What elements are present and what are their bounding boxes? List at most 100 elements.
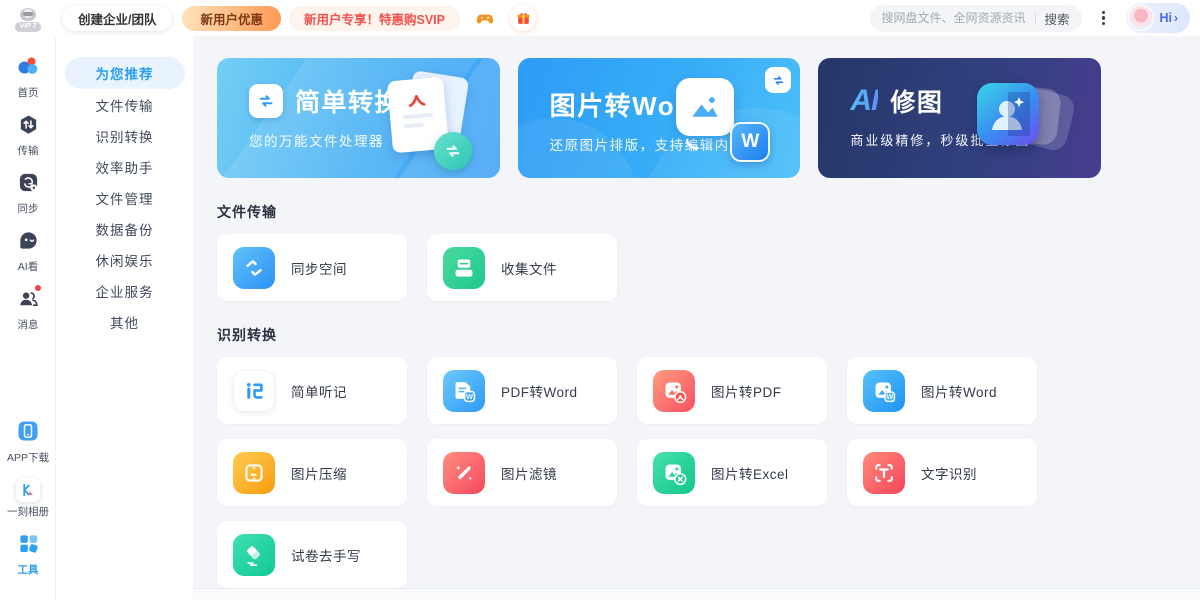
sidebar-item-recognition-convert[interactable]: 识别转换	[65, 120, 185, 151]
account-pill[interactable]: Hi ›	[1125, 3, 1190, 33]
tool-card-image-to-word[interactable]: W 图片转Word	[847, 357, 1037, 424]
sidebar-item-file-transfer[interactable]: 文件传输	[65, 89, 185, 120]
sidebar-item-entertainment[interactable]: 休闲娱乐	[65, 244, 185, 275]
rail-item-label: 一刻相册	[7, 506, 49, 518]
tool-label: 图片转Word	[921, 384, 998, 400]
gift-icon[interactable]	[510, 5, 536, 31]
svip-promo-button[interactable]: 新用户专享！特惠购SVIP	[289, 5, 460, 31]
sidebar-item-recommended[interactable]: 为您推荐	[64, 57, 185, 89]
sidebar-item-label: 文件管理	[95, 191, 154, 207]
banner-ai-retouch[interactable]: AI 修图 商业级精修，秒级批量修图	[818, 58, 1102, 178]
sidebar-item-label: 其他	[110, 315, 139, 331]
search-button[interactable]: 搜索	[1044, 9, 1069, 28]
rail-item-messages[interactable]: 消息	[17, 285, 41, 332]
tool-label: 同步空间	[291, 261, 347, 277]
sidebar-item-enterprise[interactable]: 企业服务	[65, 275, 185, 306]
rail-item-home[interactable]: 首页	[16, 54, 40, 100]
tool-card-image-to-pdf[interactable]: 图片转PDF	[637, 357, 827, 424]
simple-listen-icon	[233, 369, 275, 412]
pdf-to-word-icon: W	[443, 369, 485, 412]
search-bar[interactable]: 搜索	[869, 4, 1082, 32]
tool-grid-recognition: 简单听记 W PDF转Word 图片转PDF W 图片转Word 图片压缩 图片…	[217, 357, 1077, 588]
sidebar-item-efficiency[interactable]: 效率助手	[65, 151, 185, 182]
sidebar-item-label: 文件传输	[95, 98, 154, 114]
rail-item-label: 工具	[17, 564, 39, 576]
sidebar-item-label: 识别转换	[95, 129, 154, 145]
rail-item-photo-album[interactable]: 一刻相册	[7, 478, 49, 519]
tool-label: 试卷去手写	[291, 548, 361, 564]
main-content: 简单转换 您的万能文件处理器 图片转Word 还原图片排版，支持编辑内容 W A…	[193, 36, 1200, 600]
ai-retouch-illustration	[977, 83, 1077, 155]
banner-title: 简单转换	[295, 89, 402, 117]
word-badge-icon: W	[730, 122, 771, 162]
rail-item-ai-view[interactable]: AI看	[17, 229, 40, 274]
tool-label: 图片压缩	[291, 466, 347, 482]
ai-logo: AI	[850, 84, 879, 117]
tool-label: PDF转Word	[501, 384, 578, 400]
sidebar-item-label: 数据备份	[95, 222, 154, 238]
image-icon	[676, 78, 735, 136]
tool-card-image-compress[interactable]: 图片压缩	[217, 439, 407, 506]
rail-item-label: APP下载	[6, 452, 49, 464]
banner-title: 修图	[890, 89, 944, 117]
ai-view-icon	[17, 229, 40, 257]
tool-label: 简单听记	[291, 384, 347, 400]
tool-card-image-to-excel[interactable]: 图片转Excel	[637, 439, 827, 506]
exam-handwriting-removal-icon	[233, 533, 275, 576]
sidebar-item-other[interactable]: 其他	[65, 306, 185, 337]
vip-badge: VIP 7	[14, 21, 42, 32]
banner-subtitle: 您的万能文件处理器	[249, 134, 384, 149]
banner-image-to-word[interactable]: 图片转Word 还原图片排版，支持编辑内容 W	[517, 58, 801, 178]
image-to-word-icon: W	[863, 369, 905, 412]
topbar: VIP 7 创建企业/团队 新用户优惠 新用户专享！特惠购SVIP 搜索 Hi …	[0, 0, 1200, 36]
rail-item-label: 首页	[17, 87, 39, 99]
rail-item-tools[interactable]: 工具	[17, 532, 40, 577]
gamepad-icon[interactable]	[473, 6, 497, 30]
promo-banners: 简单转换 您的万能文件处理器 图片转Word 还原图片排版，支持编辑内容 W A…	[217, 58, 1102, 178]
section-title: 识别转换	[217, 327, 277, 343]
search-divider	[1035, 11, 1037, 25]
banner-simple-convert[interactable]: 简单转换 您的万能文件处理器	[217, 58, 500, 178]
tool-card-text-recognition[interactable]: 文字识别	[847, 439, 1037, 506]
tool-card-exam-handwriting-removal[interactable]: 试卷去手写	[217, 521, 407, 588]
app-logo[interactable]: VIP 7	[0, 5, 56, 32]
tool-card-collect-files[interactable]: 收集文件	[427, 234, 617, 301]
tool-card-simple-listen[interactable]: 简单听记	[217, 357, 407, 424]
notification-dot	[34, 285, 41, 291]
tool-grid-file-transfer: 同步空间 收集文件	[217, 234, 1077, 301]
rail-item-label: 传输	[17, 145, 39, 157]
image-to-word-illustration: W	[674, 78, 774, 164]
sidebar-item-label: 为您推荐	[95, 67, 154, 82]
sync-space-icon	[233, 246, 275, 289]
create-team-button[interactable]: 创建企业/团队	[62, 5, 173, 31]
left-rail: 首页 传输 同步 AI看 消息 APP下载 一刻相册 工具	[0, 36, 56, 600]
sidebar-item-data-backup[interactable]: 数据备份	[65, 213, 185, 244]
sidebar-item-label: 效率助手	[95, 160, 154, 176]
tool-card-sync-space[interactable]: 同步空间	[217, 234, 407, 301]
rail-item-app-download[interactable]: APP下载	[7, 419, 49, 465]
avatar	[1127, 5, 1154, 31]
image-compress-icon	[233, 451, 275, 494]
new-user-offer-button[interactable]: 新用户优惠	[182, 5, 281, 31]
tool-label: 图片转Excel	[711, 466, 789, 482]
home-icon	[16, 54, 40, 83]
sidebar-item-label: 企业服务	[95, 284, 154, 300]
chevron-right-icon: ›	[1174, 11, 1178, 25]
rail-item-sync[interactable]: 同步	[17, 171, 40, 216]
rail-item-label: AI看	[17, 261, 39, 273]
sidebar-item-label: 休闲娱乐	[95, 253, 154, 269]
rail-item-transfer[interactable]: 传输	[17, 113, 40, 158]
corner-transfer-icon	[765, 67, 792, 93]
svg-text:W: W	[466, 392, 473, 401]
app-download-icon	[16, 419, 40, 448]
tool-label: 收集文件	[501, 261, 557, 277]
category-sidebar: 为您推荐 文件传输 识别转换 效率助手 文件管理 数据备份 休闲娱乐 企业服务 …	[56, 36, 193, 600]
sidebar-item-file-manage[interactable]: 文件管理	[65, 182, 185, 213]
collect-files-icon	[443, 246, 485, 289]
photo-album-icon	[16, 478, 40, 502]
svg-text:W: W	[886, 394, 893, 401]
tool-card-image-filter[interactable]: 图片滤镜	[427, 439, 617, 506]
more-menu-icon[interactable]	[1094, 6, 1114, 30]
search-input[interactable]	[881, 11, 1028, 25]
tool-card-pdf-to-word[interactable]: W PDF转Word	[427, 357, 617, 424]
